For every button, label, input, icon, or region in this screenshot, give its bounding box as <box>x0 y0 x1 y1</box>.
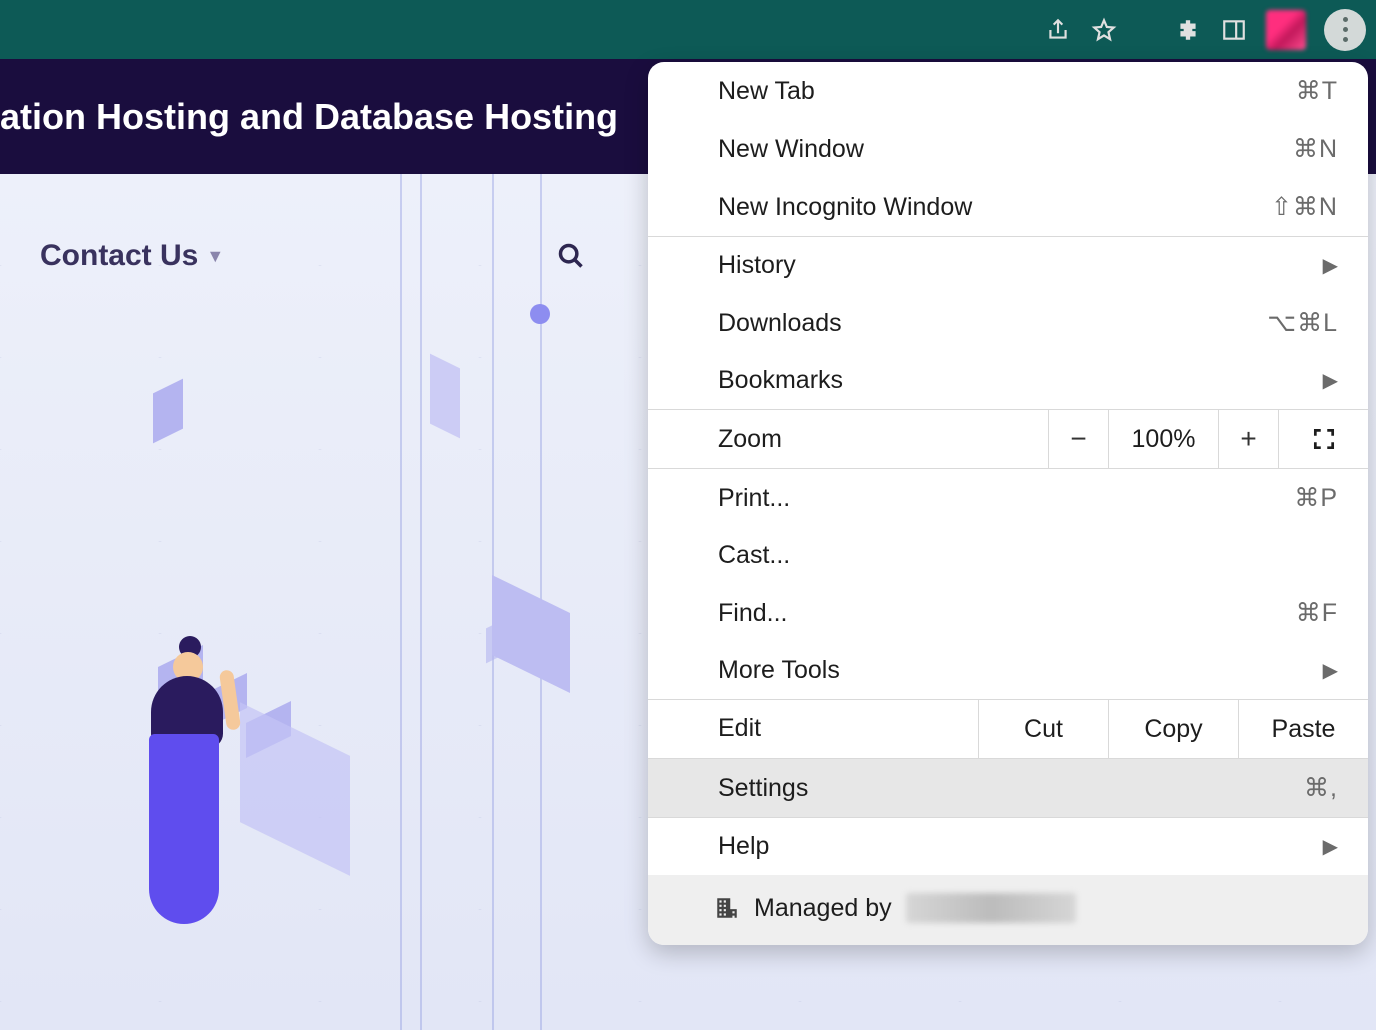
nav-contact[interactable]: Contact Us ▼ <box>40 239 224 273</box>
menu-print[interactable]: Print... ⌘P <box>648 469 1368 527</box>
menu-downloads[interactable]: Downloads ⌥⌘L <box>648 294 1368 352</box>
menu-find[interactable]: Find... ⌘F <box>648 584 1368 642</box>
submenu-arrow-icon: ▶ <box>1323 368 1338 393</box>
menu-new-incognito[interactable]: New Incognito Window ⇧⌘N <box>648 178 1368 236</box>
managed-by-value <box>906 893 1076 923</box>
zoom-value: 100% <box>1108 410 1218 468</box>
menu-more-tools[interactable]: More Tools ▶ <box>648 642 1368 699</box>
menu-history[interactable]: History ▶ <box>648 237 1368 294</box>
submenu-arrow-icon: ▶ <box>1323 658 1338 683</box>
submenu-arrow-icon: ▶ <box>1323 834 1338 859</box>
chrome-menu: New Tab ⌘T New Window ⌘N New Incognito W… <box>648 62 1368 945</box>
menu-edit-row: Edit Cut Copy Paste <box>648 699 1368 759</box>
menu-button[interactable] <box>1324 9 1366 51</box>
edit-cut[interactable]: Cut <box>978 700 1108 758</box>
submenu-arrow-icon: ▶ <box>1323 253 1338 278</box>
zoom-in-button[interactable]: + <box>1218 410 1278 468</box>
menu-bookmarks[interactable]: Bookmarks ▶ <box>648 352 1368 409</box>
zoom-label: Zoom <box>648 411 1048 468</box>
node-dot <box>530 304 550 324</box>
menu-cast[interactable]: Cast... <box>648 527 1368 584</box>
edit-paste[interactable]: Paste <box>1238 700 1368 758</box>
share-icon[interactable] <box>1044 16 1072 44</box>
search-icon[interactable] <box>557 242 585 275</box>
extensions-icon[interactable] <box>1174 16 1202 44</box>
menu-new-tab[interactable]: New Tab ⌘T <box>648 62 1368 120</box>
bookmark-star-icon[interactable] <box>1090 16 1118 44</box>
menu-help[interactable]: Help ▶ <box>648 818 1368 875</box>
chevron-down-icon: ▼ <box>206 246 224 267</box>
banner-title: ation Hosting and Database Hosting <box>0 96 618 138</box>
edit-copy[interactable]: Copy <box>1108 700 1238 758</box>
building-icon <box>714 895 740 921</box>
menu-managed-by: Managed by <box>648 875 1368 945</box>
browser-toolbar <box>0 0 1376 59</box>
edit-label: Edit <box>648 700 978 758</box>
managed-by-label: Managed by <box>754 894 892 923</box>
profile-avatar[interactable] <box>1266 10 1306 50</box>
fullscreen-button[interactable] <box>1278 410 1368 468</box>
menu-zoom-row: Zoom − 100% + <box>648 409 1368 469</box>
nav-contact-label: Contact Us <box>40 239 198 273</box>
menu-new-window[interactable]: New Window ⌘N <box>648 120 1368 178</box>
zoom-out-button[interactable]: − <box>1048 410 1108 468</box>
menu-settings[interactable]: Settings ⌘, <box>648 759 1368 817</box>
sidepanel-icon[interactable] <box>1220 16 1248 44</box>
